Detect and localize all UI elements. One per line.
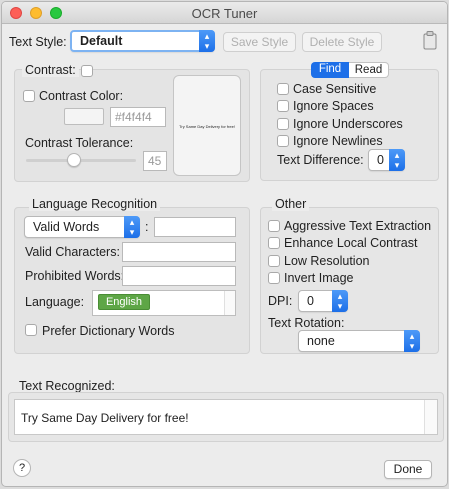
enhance-contrast-checkbox[interactable] bbox=[268, 237, 280, 249]
valid-words-value: Valid Words bbox=[33, 220, 100, 234]
contrast-checkbox[interactable] bbox=[81, 65, 93, 77]
updown-chevron-icon: ▴ ▾ bbox=[332, 290, 348, 312]
dpi-select[interactable]: 0 ▴ ▾ bbox=[298, 290, 348, 312]
colon-label: : bbox=[145, 220, 149, 234]
low-resolution-label: Low Resolution bbox=[284, 254, 370, 268]
updown-chevron-icon: ▴ ▾ bbox=[404, 330, 420, 352]
invert-image-label: Invert Image bbox=[284, 271, 354, 285]
dpi-value: 0 bbox=[307, 294, 314, 308]
text-rotation-select[interactable]: none ▴ ▾ bbox=[298, 330, 420, 352]
prefer-dictionary-checkbox[interactable] bbox=[25, 324, 37, 336]
contrast-preview: Try Same Day Delivery for free! bbox=[173, 75, 241, 176]
aggressive-extraction-label: Aggressive Text Extraction bbox=[284, 219, 432, 233]
ignore-spaces-checkbox[interactable] bbox=[277, 100, 289, 112]
text-style-value: Default bbox=[80, 34, 123, 48]
case-sensitive-checkbox[interactable] bbox=[277, 83, 289, 95]
text-recognized-area[interactable]: Try Same Day Delivery for free! bbox=[14, 399, 438, 435]
text-rotation-value: none bbox=[307, 334, 335, 348]
clipboard-icon[interactable] bbox=[423, 30, 437, 50]
updown-chevron-icon: ▴ ▾ bbox=[124, 216, 140, 238]
text-recognized-scrollbar[interactable] bbox=[424, 400, 437, 434]
text-recognized-label: Text Recognized: bbox=[19, 379, 115, 393]
valid-words-select[interactable]: Valid Words ▴ ▾ bbox=[24, 216, 140, 238]
contrast-color-checkbox[interactable] bbox=[23, 90, 35, 102]
valid-characters-label: Valid Characters: bbox=[25, 245, 120, 259]
text-difference-value: 0 bbox=[377, 153, 384, 167]
valid-characters-field[interactable] bbox=[122, 242, 236, 262]
language-token-field[interactable]: English bbox=[92, 290, 236, 316]
valid-words-field[interactable] bbox=[154, 217, 236, 237]
save-style-button[interactable]: Save Style bbox=[223, 32, 296, 52]
text-recognized-value: Try Same Day Delivery for free! bbox=[21, 411, 189, 425]
text-difference-select[interactable]: 0 ▴ ▾ bbox=[368, 149, 405, 171]
case-sensitive-label: Case Sensitive bbox=[293, 82, 377, 96]
language-label: Language: bbox=[25, 295, 85, 309]
language-title: Language Recognition bbox=[29, 197, 161, 211]
prohibited-words-label: Prohibited Words: bbox=[25, 269, 125, 283]
contrast-title-label: Contrast: bbox=[25, 63, 76, 77]
contrast-preview-text: Try Same Day Delivery for free! bbox=[179, 124, 235, 129]
contrast-color-field[interactable]: #f4f4f4 bbox=[110, 107, 166, 127]
enhance-contrast-label: Enhance Local Contrast bbox=[284, 236, 418, 250]
contrast-tolerance-slider[interactable] bbox=[26, 159, 136, 162]
ignore-newlines-checkbox[interactable] bbox=[277, 135, 289, 147]
contrast-color-well[interactable] bbox=[64, 108, 104, 125]
text-style-select[interactable]: Default ▴ ▾ bbox=[70, 30, 215, 52]
prohibited-words-field[interactable] bbox=[122, 266, 236, 286]
delete-style-button[interactable]: Delete Style bbox=[302, 32, 382, 52]
title-bar: OCR Tuner bbox=[2, 2, 447, 24]
contrast-tolerance-label: Contrast Tolerance: bbox=[25, 136, 134, 150]
text-rotation-label: Text Rotation: bbox=[268, 316, 345, 330]
low-resolution-checkbox[interactable] bbox=[268, 255, 280, 267]
updown-chevron-icon: ▴ ▾ bbox=[389, 149, 405, 171]
contrast-tolerance-field[interactable]: 45 bbox=[143, 151, 167, 171]
window-title: OCR Tuner bbox=[191, 6, 258, 21]
ignore-underscores-label: Ignore Underscores bbox=[293, 117, 403, 131]
text-difference-label: Text Difference: bbox=[277, 153, 364, 167]
help-button[interactable]: ? bbox=[13, 459, 31, 477]
ignore-spaces-label: Ignore Spaces bbox=[293, 99, 374, 113]
done-button[interactable]: Done bbox=[384, 460, 432, 479]
ignore-newlines-label: Ignore Newlines bbox=[293, 134, 383, 148]
ignore-underscores-checkbox[interactable] bbox=[277, 118, 289, 130]
language-field-scrollbar[interactable] bbox=[224, 291, 235, 315]
ocr-tuner-window: OCR Tuner Text Style: Default ▴ ▾ Save St… bbox=[1, 1, 448, 487]
contrast-color-label: Contrast Color: bbox=[39, 89, 124, 103]
prefer-dictionary-label: Prefer Dictionary Words bbox=[42, 324, 175, 338]
updown-chevron-icon: ▴ ▾ bbox=[199, 30, 215, 52]
text-style-label: Text Style: bbox=[9, 35, 67, 49]
contrast-title: Contrast: bbox=[22, 63, 79, 77]
other-title: Other bbox=[272, 197, 310, 211]
slider-knob[interactable] bbox=[67, 153, 81, 167]
dpi-label: DPI: bbox=[268, 294, 293, 308]
language-token-english[interactable]: English bbox=[98, 294, 150, 310]
invert-image-checkbox[interactable] bbox=[268, 272, 280, 284]
tab-find[interactable]: Find bbox=[311, 62, 349, 78]
tab-read[interactable]: Read bbox=[349, 62, 389, 78]
aggressive-extraction-checkbox[interactable] bbox=[268, 220, 280, 232]
